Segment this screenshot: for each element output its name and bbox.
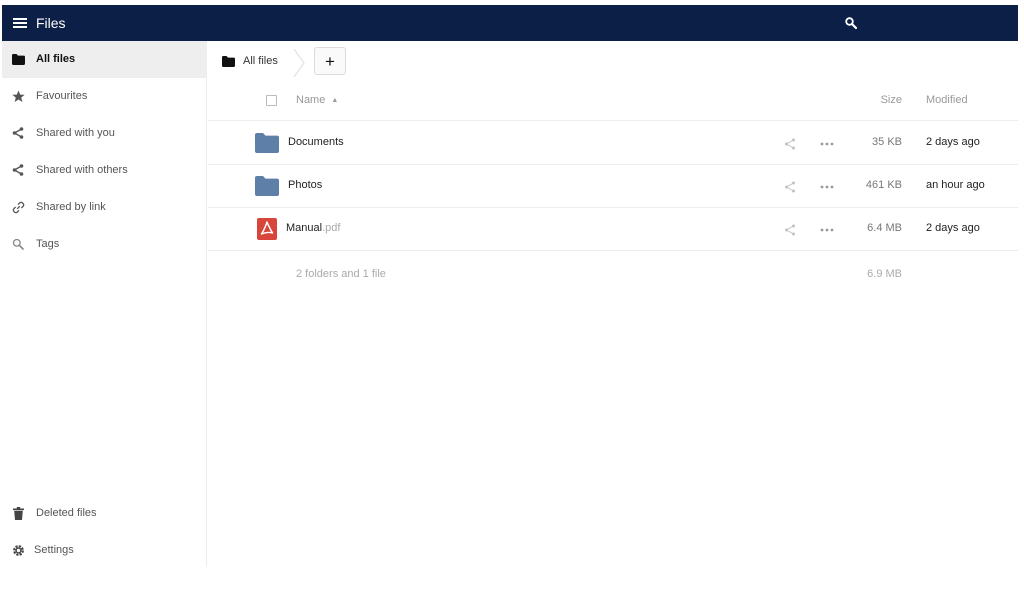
sidebar-item-shared-with-others[interactable]: Shared with others — [2, 152, 207, 189]
more-actions-icon[interactable] — [818, 136, 836, 152]
file-name[interactable]: Documents — [288, 136, 344, 148]
total-size-summary: 6.9 MB — [867, 268, 902, 280]
folder-icon — [222, 55, 235, 67]
file-table-header: Name ▲ Size Modified — [208, 81, 1018, 121]
column-header-size[interactable]: Size — [881, 94, 902, 106]
file-count-summary: 2 folders and 1 file — [296, 268, 386, 280]
column-name-label: Name — [296, 94, 326, 106]
file-modified: an hour ago — [926, 179, 985, 191]
share-icon[interactable] — [782, 222, 798, 238]
file-modified: 2 days ago — [926, 136, 980, 148]
share-icon — [10, 162, 26, 178]
file-modified: 2 days ago — [926, 222, 980, 234]
table-row[interactable]: Manual.pdf 6.4 MB 2 days ago — [208, 208, 1018, 251]
more-actions-icon[interactable] — [818, 179, 836, 195]
sidebar-item-label: Settings — [34, 544, 74, 556]
file-size: 461 KB — [865, 179, 902, 191]
select-all-checkbox[interactable] — [266, 95, 277, 106]
folder-icon — [254, 175, 280, 197]
sidebar-item-label: Tags — [36, 238, 60, 250]
share-icon[interactable] — [782, 179, 798, 195]
sidebar-item-label: Favourites — [36, 90, 88, 102]
tag-search-icon — [10, 236, 26, 252]
file-name[interactable]: Manual.pdf — [286, 222, 340, 234]
sidebar-item-favourites[interactable]: Favourites — [2, 78, 207, 115]
sidebar-item-label: Shared with others — [36, 164, 128, 176]
breadcrumb-label: All files — [243, 55, 278, 67]
breadcrumb-separator-icon — [293, 48, 305, 78]
link-icon — [10, 199, 26, 215]
sidebar-item-label: Deleted files — [36, 507, 97, 519]
file-list-area: All files + Name ▲ Size Modified Documen… — [208, 41, 1018, 567]
gear-icon — [10, 542, 26, 558]
app-title: Files — [36, 15, 66, 31]
sidebar-item-all-files[interactable]: All files — [2, 41, 207, 78]
top-header: Files — [2, 5, 1018, 41]
plus-icon: + — [325, 51, 335, 71]
table-row[interactable]: Photos 461 KB an hour ago — [208, 165, 1018, 208]
pdf-file-icon — [254, 218, 280, 240]
sidebar-item-tags[interactable]: Tags — [2, 226, 207, 263]
trash-icon — [10, 505, 26, 521]
sidebar-item-shared-by-link[interactable]: Shared by link — [2, 189, 207, 226]
sidebar-item-settings[interactable]: Settings — [2, 532, 207, 569]
sidebar-item-label: All files — [36, 53, 76, 65]
hamburger-icon[interactable] — [8, 11, 32, 35]
sidebar-item-label: Shared by link — [36, 201, 106, 213]
file-name[interactable]: Photos — [288, 179, 322, 191]
more-actions-icon[interactable] — [818, 222, 836, 238]
sort-ascending-icon: ▲ — [331, 96, 339, 104]
folder-icon — [254, 132, 280, 154]
share-icon — [10, 125, 26, 141]
column-header-name[interactable]: Name ▲ — [296, 94, 338, 106]
star-icon — [10, 88, 26, 104]
sidebar-item-label: Shared with you — [36, 127, 115, 139]
sidebar: All files Favourites Shared with you Sha… — [2, 41, 207, 567]
sidebar-item-shared-with-you[interactable]: Shared with you — [2, 115, 207, 152]
table-row[interactable]: Documents 35 KB 2 days ago — [208, 122, 1018, 165]
column-header-modified[interactable]: Modified — [926, 94, 968, 106]
search-icon[interactable] — [840, 12, 862, 34]
folder-icon — [10, 51, 26, 67]
share-icon[interactable] — [782, 136, 798, 152]
files-app: Files All files Favourites Shared with y… — [2, 5, 1018, 567]
breadcrumb-home[interactable]: All files — [222, 55, 278, 67]
file-size: 6.4 MB — [867, 222, 902, 234]
sidebar-item-deleted-files[interactable]: Deleted files — [2, 495, 207, 532]
file-size: 35 KB — [872, 136, 902, 148]
new-file-button[interactable]: + — [314, 47, 346, 75]
